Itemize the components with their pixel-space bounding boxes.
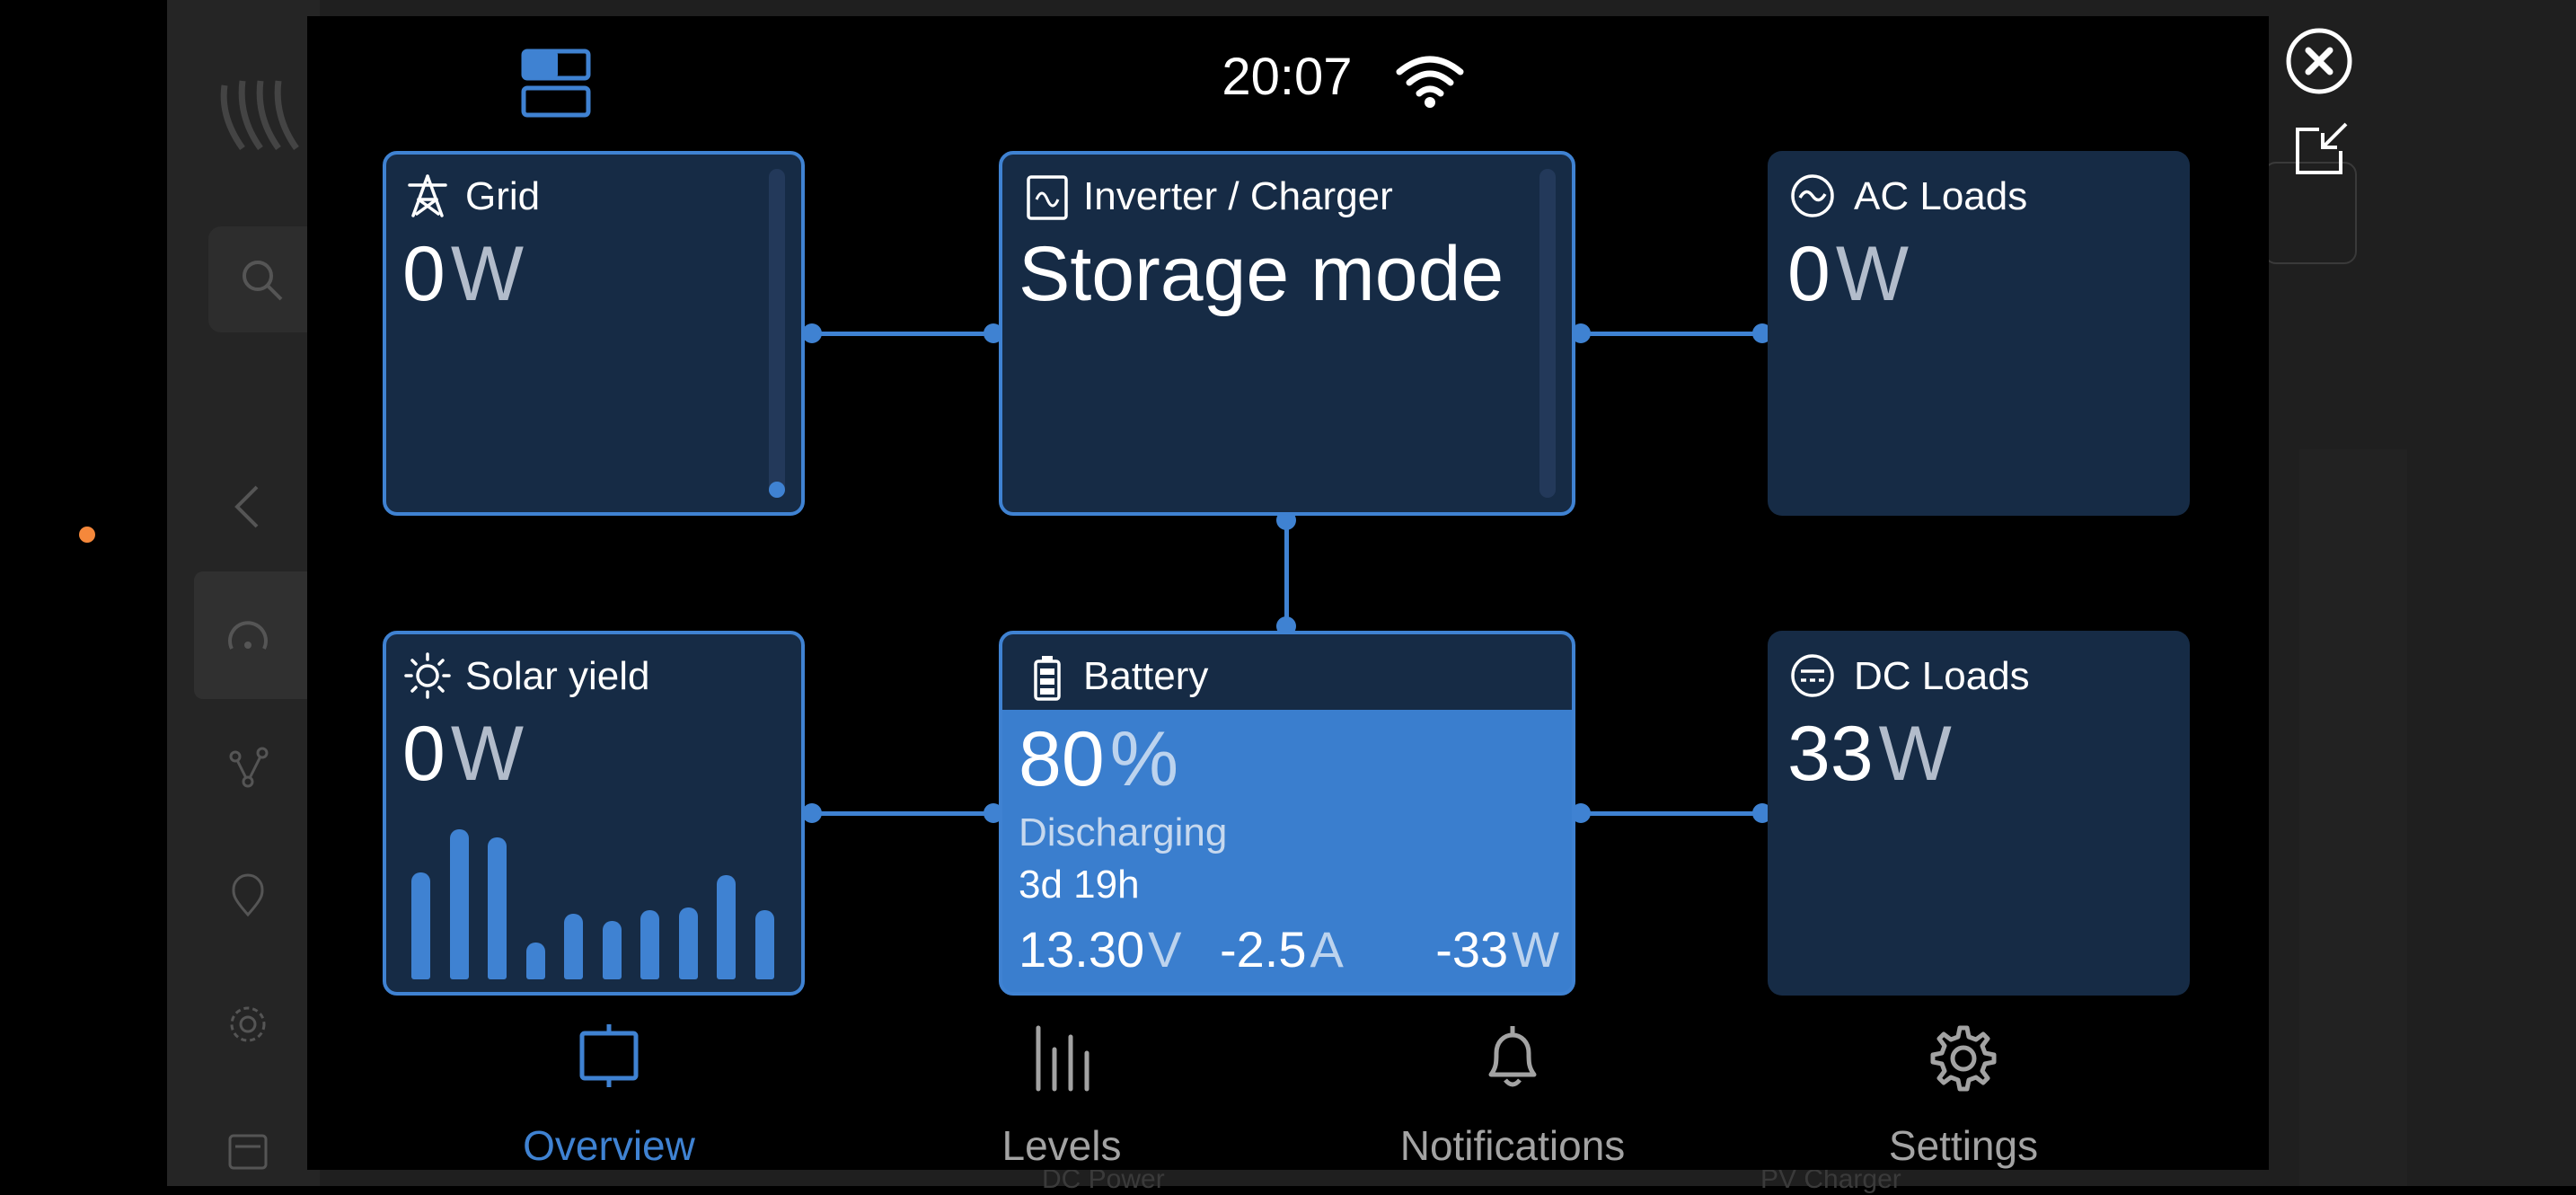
gauge-icon xyxy=(228,621,268,650)
solar-history-bar xyxy=(603,921,622,979)
inverter-icon xyxy=(1027,175,1068,220)
connector-dot xyxy=(802,803,822,823)
battery-voltage-number: 13.30 xyxy=(1019,921,1145,978)
battery-voltage-unit: V xyxy=(1148,921,1182,978)
side-handle[interactable] xyxy=(38,424,137,762)
inverter-charger-card[interactable]: Inverter / Charger Storage mode xyxy=(999,151,1575,516)
battery-title: Battery xyxy=(1083,654,1209,698)
search-icon xyxy=(243,261,283,301)
background-right-panel xyxy=(2299,449,2407,1186)
ac-loads-power-unit: W xyxy=(1835,231,1910,317)
brand-logo-icon xyxy=(220,80,299,151)
nav-notifications[interactable]: Notifications xyxy=(1351,1022,1674,1169)
overview-icon xyxy=(579,1024,639,1087)
battery-card[interactable]: Battery 80% Discharging 3d 19h 13.30V -2… xyxy=(999,631,1575,996)
solar-history-bar xyxy=(679,907,698,979)
battery-soc-number: 80 xyxy=(1019,716,1105,802)
dc-loads-title: DC Loads xyxy=(1854,654,2030,698)
connector-grid-inverter xyxy=(810,332,993,336)
grid-title: Grid xyxy=(465,174,541,218)
dc-icon xyxy=(1791,654,1834,697)
solar-history-bar xyxy=(411,872,430,979)
dc-loads-power-number: 33 xyxy=(1787,711,1874,797)
battery-icon xyxy=(1034,656,1061,701)
dc-loads-power-value: 33W xyxy=(1787,710,1952,799)
nav-overview[interactable]: Overview xyxy=(447,1022,771,1169)
nav-settings[interactable]: Settings xyxy=(1802,1022,2125,1169)
location-pin-icon xyxy=(232,873,264,917)
inverter-title: Inverter / Charger xyxy=(1083,174,1393,218)
solar-history-bar xyxy=(717,875,736,979)
device-icon xyxy=(228,1134,268,1170)
grid-scrollbar-thumb[interactable] xyxy=(769,482,785,498)
settings-gear-bg-icon xyxy=(230,1006,266,1042)
grid-power-value: 0W xyxy=(402,230,524,319)
ac-loads-power-value: 0W xyxy=(1787,230,1909,319)
inverter-state: Storage mode xyxy=(1019,231,1504,317)
battery-time-to-go: 3d 19h xyxy=(1019,863,1140,907)
battery-current-number: -2.5 xyxy=(1220,921,1307,978)
nav-overview-label: Overview xyxy=(523,1122,695,1169)
layout-toggle-icon[interactable] xyxy=(521,49,591,119)
close-icon[interactable] xyxy=(2285,27,2353,95)
connector-inverter-acloads xyxy=(1581,332,1762,336)
ac-loads-power-number: 0 xyxy=(1787,231,1831,317)
solar-history-bar xyxy=(564,914,583,979)
battery-soc-value: 80% xyxy=(1019,715,1178,804)
battery-soc-unit: % xyxy=(1109,716,1179,802)
grid-power-number: 0 xyxy=(402,231,446,317)
dc-loads-power-unit: W xyxy=(1878,711,1952,797)
nav-notifications-label: Notifications xyxy=(1399,1122,1626,1169)
battery-current-unit: A xyxy=(1310,921,1344,978)
battery-power-number: -33 xyxy=(1435,921,1509,978)
shrink-window-icon[interactable] xyxy=(2292,119,2351,178)
battery-voltage: 13.30V xyxy=(1019,920,1182,978)
solar-yield-card[interactable]: Solar yield 0W xyxy=(383,631,805,996)
battery-power: -33W xyxy=(1435,920,1559,978)
solar-history-bars xyxy=(386,634,801,992)
battery-power-unit: W xyxy=(1512,921,1559,978)
solar-history-bar xyxy=(450,829,469,979)
wifi-icon xyxy=(1396,56,1464,108)
clock: 20:07 xyxy=(1222,48,1353,106)
bell-icon xyxy=(1488,1026,1537,1087)
nodes-icon xyxy=(229,747,269,788)
nav-levels[interactable]: Levels xyxy=(900,1022,1223,1169)
nav-levels-label: Levels xyxy=(1001,1122,1122,1169)
ac-loads-card[interactable]: AC Loads 0W xyxy=(1768,151,2190,516)
back-chevron-icon xyxy=(234,485,259,528)
grid-scrollbar[interactable] xyxy=(769,169,785,498)
solar-history-bar xyxy=(526,943,545,979)
transmission-tower-icon xyxy=(408,174,447,217)
gear-icon xyxy=(1930,1025,1997,1092)
solar-history-bar xyxy=(640,910,659,979)
status-dot xyxy=(79,527,95,543)
connector-solar-battery xyxy=(810,811,993,816)
ac-loads-title: AC Loads xyxy=(1854,174,2028,218)
battery-current: -2.5A xyxy=(1220,920,1344,978)
connector-battery-dcloads xyxy=(1581,811,1762,816)
inverter-scrollbar[interactable] xyxy=(1539,169,1556,498)
ac-wave-icon xyxy=(1791,174,1834,217)
grid-card[interactable]: Grid 0W xyxy=(383,151,805,516)
solar-history-bar xyxy=(755,910,774,979)
nav-settings-label: Settings xyxy=(1888,1122,2039,1169)
battery-state: Discharging xyxy=(1019,810,1228,854)
dc-loads-card[interactable]: DC Loads 33W xyxy=(1768,631,2190,996)
grid-power-unit: W xyxy=(450,231,525,317)
connector-dot xyxy=(802,323,822,343)
levels-icon xyxy=(1036,1025,1090,1092)
connector-inverter-battery xyxy=(1284,521,1289,625)
solar-history-bar xyxy=(488,837,507,979)
